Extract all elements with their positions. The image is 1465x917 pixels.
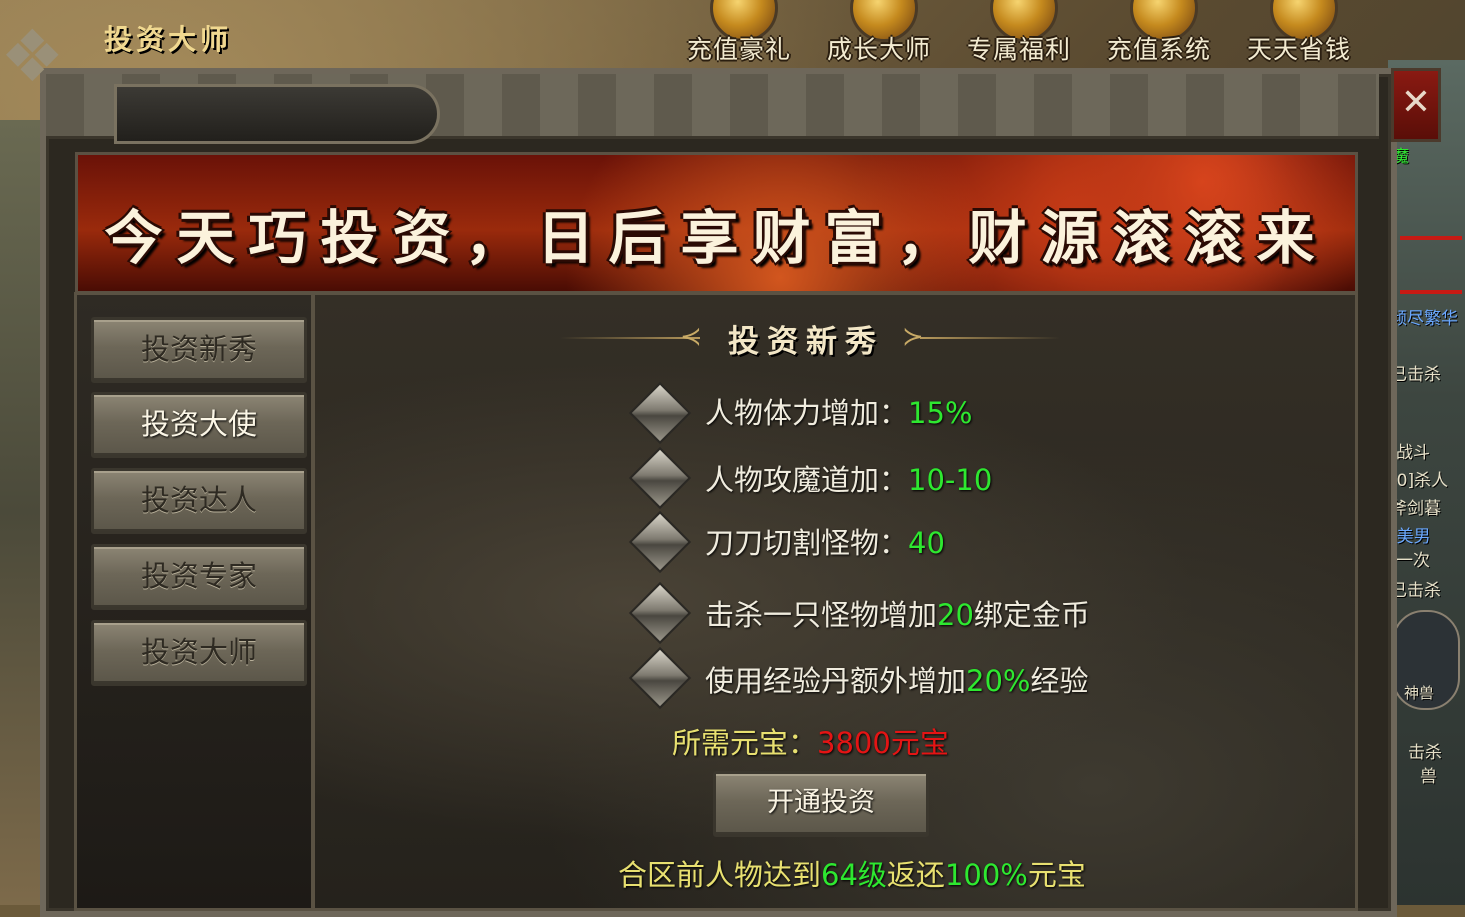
menu-item-ambassador[interactable]: 投资大使 [91,392,307,458]
activate-investment-button[interactable]: 开通投资 [713,771,929,837]
side-label-guild: 倾尽繁华 [1390,309,1458,329]
refund-note: 合区前人物达到64级返还100%元宝 [618,858,1086,892]
recharge-gift-button[interactable]: 充值豪礼 [674,0,804,64]
panel-title-tab [114,84,440,144]
side-hp-bar [1400,290,1462,294]
pet-portrait-icon[interactable]: 神兽 [1392,610,1460,710]
side-label-kill3: 击杀 [1408,743,1442,763]
side-label-beast2: 兽 [1420,767,1437,787]
banner-slogan: 今天巧投资，日后享财富，财源滚滚来 [104,204,1329,272]
side-label-battle: 战斗 [1396,443,1430,463]
daily-saving-button[interactable]: 天天省钱 [1234,0,1364,64]
panel-title: 投资大师 [104,23,233,56]
tier-menu: 投资新秀 投资大使 投资达人 投资专家 投资大师 [74,292,314,911]
required-ingots: 所需元宝：3800元宝 [672,726,949,760]
benefit-stamina: 人物体力增加：15% [705,396,973,430]
title-swirl-left-icon: ≺ [680,322,702,352]
title-ornament-line-left [560,337,700,339]
benefit-exp: 使用经验丹额外增加20%经验 [705,664,1089,698]
menu-item-rookie[interactable]: 投资新秀 [91,317,307,383]
side-label-sword: 斧剑暮 [1390,499,1441,519]
menu-item-expert-amateur[interactable]: 投资达人 [91,468,307,534]
close-button[interactable]: ✕ [1391,68,1441,142]
promo-banner: 今天巧投资，日后享财富，财源滚滚来 [75,152,1358,294]
side-label-once: 一次 [1396,551,1430,571]
side-label-beast: 神兽 [1404,684,1435,702]
side-label-kill: 已击杀 [1390,365,1441,385]
side-hp-bar [1400,236,1462,240]
dragon-ornament-icon: ❖ [0,14,65,98]
menu-item-specialist[interactable]: 投资专家 [91,544,307,610]
exclusive-welfare-button[interactable]: 专属福利 [954,0,1084,64]
section-title: 投资新秀 [728,324,884,360]
menu-item-master[interactable]: 投资大师 [91,620,307,686]
benefit-cut: 刀刀切割怪物：40 [705,526,945,560]
benefit-attack: 人物攻魔道加：10-10 [705,463,993,497]
side-label-kill2: 已击杀 [1390,581,1441,601]
title-ornament-line-right [920,337,1060,339]
side-label-pk: [0]杀人 [1390,471,1449,491]
benefit-gold: 击杀一只怪物增加20绑定金币 [705,598,1090,632]
growth-master-button[interactable]: 成长大师 [814,0,944,64]
recharge-system-button[interactable]: 充值系统 [1094,0,1224,64]
